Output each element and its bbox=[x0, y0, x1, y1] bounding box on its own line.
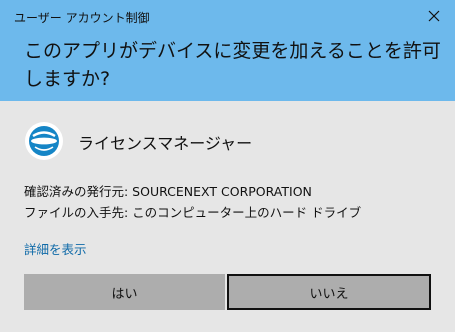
close-button[interactable] bbox=[423, 5, 445, 27]
yes-button-label: はい bbox=[111, 286, 138, 302]
close-icon bbox=[423, 5, 445, 27]
app-name: ライセンスマネージャー bbox=[78, 134, 253, 153]
file-origin: ファイルの入手先: このコンピューター上のハード ドライブ bbox=[24, 205, 362, 220]
show-details-link[interactable]: 詳細を表示 bbox=[24, 239, 87, 258]
permission-question: このアプリがデバイスに変更を加えることを許可しますか? bbox=[24, 40, 441, 90]
no-button[interactable]: いいえ bbox=[227, 274, 431, 310]
verified-publisher: 確認済みの発行元: SOURCENEXT CORPORATION bbox=[24, 184, 312, 199]
uac-dialog: ユーザー アカウント制御 このアプリがデバイスに変更を加えることを許可しますか?… bbox=[0, 0, 455, 332]
window-title: ユーザー アカウント制御 bbox=[14, 11, 150, 25]
yes-button[interactable]: はい bbox=[24, 274, 225, 310]
sourcenext-logo-icon bbox=[24, 121, 64, 161]
no-button-label: いいえ bbox=[309, 286, 349, 302]
dialog-header: ユーザー アカウント制御 このアプリがデバイスに変更を加えることを許可しますか? bbox=[0, 0, 455, 101]
